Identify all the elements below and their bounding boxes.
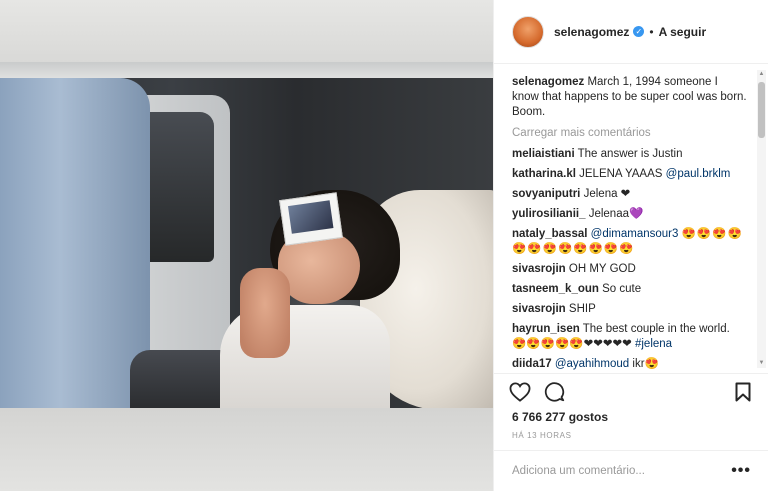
comment-hashtag[interactable]: #jelena — [635, 338, 672, 350]
comment-item: meliaistiani The answer is Justin — [512, 147, 747, 162]
comment-username[interactable]: sivasrojin — [512, 303, 566, 315]
photo-hand — [240, 268, 290, 358]
comment-text: SHIP — [568, 303, 596, 315]
comment-text: ikr😍 — [632, 358, 659, 370]
load-more-comments[interactable]: Carregar mais comentários — [512, 126, 747, 141]
comment-item: hayrun_isen The best couple in the world… — [512, 322, 747, 352]
comment-username[interactable]: hayrun_isen — [512, 323, 580, 335]
post-photo[interactable] — [0, 0, 493, 491]
instagram-post-modal: selenagomez ✓ • A seguir selenagomez Mar… — [0, 0, 768, 491]
heart-icon — [509, 381, 531, 402]
add-comment-bar: ••• — [494, 450, 768, 491]
comment-username[interactable]: sovyaniputri — [512, 188, 580, 200]
post-header: selenagomez ✓ • A seguir — [494, 0, 768, 64]
comment-text: Jelena ❤ — [583, 188, 631, 200]
following-button[interactable]: A seguir — [659, 25, 707, 39]
post-timestamp[interactable]: HÁ 13 HORAS — [512, 431, 572, 440]
comment-item: katharina.kl JELENA YAAAS @paul.brklm — [512, 167, 747, 182]
comments-scrollbar[interactable]: ▲ ▼ — [757, 70, 766, 368]
photo-wall-top — [0, 0, 493, 62]
comment-item: yulirosilianii_ Jelenaa💜 — [512, 207, 747, 222]
comment-text: Jelenaa💜 — [588, 208, 644, 220]
like-button[interactable] — [508, 380, 532, 404]
comment-username[interactable]: meliaistiani — [512, 148, 575, 160]
photo-polaroid — [279, 192, 343, 246]
comment-text: OH MY GOD — [568, 263, 636, 275]
save-button[interactable] — [731, 380, 755, 404]
comment-mention[interactable]: @dimamansour3 — [591, 228, 679, 240]
scroll-down-arrow-icon[interactable]: ▼ — [757, 359, 766, 368]
verified-badge-icon: ✓ — [633, 26, 645, 37]
comment-mention[interactable]: @paul.brklm — [666, 168, 731, 180]
comment-username[interactable]: nataly_bassal — [512, 228, 587, 240]
likes-count[interactable]: 6 766 277 gostos — [512, 410, 608, 424]
caption-username[interactable]: selenagomez — [512, 76, 584, 88]
comment-mention[interactable]: @ayahihmoud — [555, 358, 629, 370]
header-username[interactable]: selenagomez — [554, 25, 629, 39]
post-caption: selenagomez March 1, 1994 someone I know… — [512, 75, 747, 120]
bookmark-icon — [735, 382, 751, 401]
comment-item: diida17 @ayahihmoud ikr😍 — [512, 357, 747, 372]
comment-username[interactable]: tasneem_k_oun — [512, 283, 599, 295]
comment-input[interactable] — [512, 465, 732, 477]
comment-item: tasneem_k_oun So cute — [512, 282, 747, 297]
comment-button[interactable] — [542, 380, 566, 404]
post-sidebar: selenagomez ✓ • A seguir selenagomez Mar… — [493, 0, 768, 491]
comment-text: So cute — [602, 283, 642, 295]
scroll-up-arrow-icon[interactable]: ▲ — [757, 70, 766, 79]
comment-username[interactable]: yulirosilianii_ — [512, 208, 586, 220]
comment-item: sivasrojin SHIP — [512, 302, 747, 317]
comments-list[interactable]: selenagomez March 1, 1994 someone I know… — [494, 65, 768, 373]
header-separator: • — [649, 24, 654, 39]
comment-text: The answer is Justin — [577, 148, 683, 160]
comment-username[interactable]: sivasrojin — [512, 263, 566, 275]
more-options-icon[interactable]: ••• — [731, 462, 751, 480]
comment-bubble-icon — [544, 382, 564, 402]
photo-jeans — [0, 78, 150, 408]
photo-wall-bottom — [0, 408, 493, 491]
scrollbar-thumb[interactable] — [758, 82, 765, 138]
comment-username[interactable]: diida17 — [512, 358, 552, 370]
comment-username[interactable]: katharina.kl — [512, 168, 576, 180]
comment-item: sovyaniputri Jelena ❤ — [512, 187, 747, 202]
comment-item: sivasrojin OH MY GOD — [512, 262, 747, 277]
comment-text: JELENA YAAAS — [579, 168, 663, 180]
post-actions — [494, 373, 768, 409]
comment-item: nataly_bassal @dimamansour3 😍😍😍😍😍😍😍😍😍😍😍😍 — [512, 227, 747, 257]
avatar[interactable] — [512, 15, 544, 48]
